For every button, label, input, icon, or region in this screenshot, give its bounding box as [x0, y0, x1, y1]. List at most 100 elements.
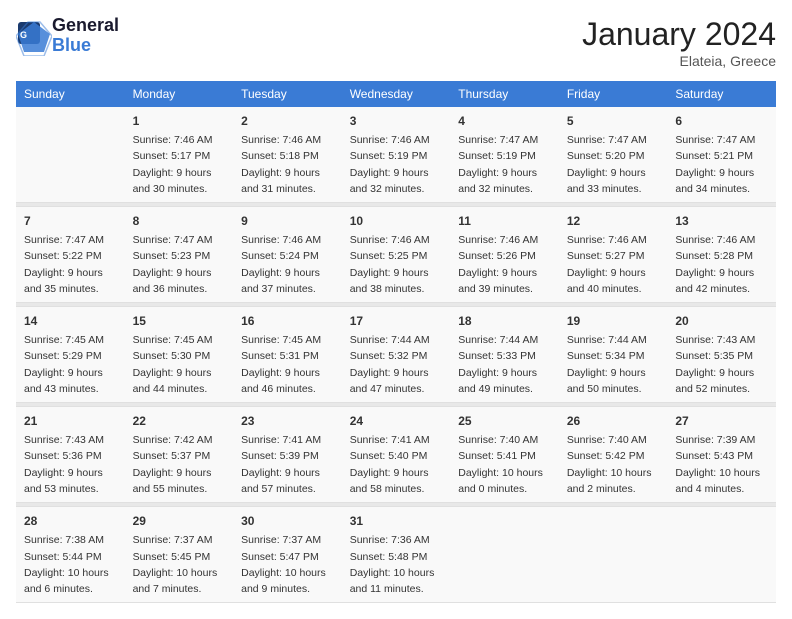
calendar-cell: 3 Sunrise: 7:46 AMSunset: 5:19 PMDaylight…	[342, 107, 451, 203]
calendar-header-row: SundayMondayTuesdayWednesdayThursdayFrid…	[16, 81, 776, 107]
day-info: Sunrise: 7:47 AMSunset: 5:22 PMDaylight:…	[24, 232, 117, 297]
day-number: 31	[350, 512, 443, 530]
calendar-table: SundayMondayTuesdayWednesdayThursdayFrid…	[16, 81, 776, 603]
day-number: 29	[133, 512, 226, 530]
calendar-cell: 17 Sunrise: 7:44 AMSunset: 5:32 PMDayligh…	[342, 307, 451, 403]
calendar-cell: 11 Sunrise: 7:46 AMSunset: 5:26 PMDayligh…	[450, 207, 559, 303]
day-number: 25	[458, 412, 551, 430]
calendar-cell: 7Sunrise: 7:47 AMSunset: 5:22 PMDaylight…	[16, 207, 125, 303]
calendar-cell: 20 Sunrise: 7:43 AMSunset: 5:35 PMDayligh…	[667, 307, 776, 403]
day-info: Sunrise: 7:46 AMSunset: 5:19 PMDaylight:…	[350, 132, 443, 197]
day-info: Sunrise: 7:43 AMSunset: 5:35 PMDaylight:…	[675, 332, 768, 397]
day-number: 3	[350, 112, 443, 130]
day-number: 18	[458, 312, 551, 330]
calendar-week-3: 14 Sunrise: 7:45 AMSunset: 5:29 PMDayligh…	[16, 307, 776, 403]
header-day-tuesday: Tuesday	[233, 81, 342, 107]
calendar-week-1: 1 Sunrise: 7:46 AMSunset: 5:17 PMDaylight…	[16, 107, 776, 203]
day-number: 13	[675, 212, 768, 230]
day-info: Sunrise: 7:41 AMSunset: 5:39 PMDaylight:…	[241, 432, 334, 497]
day-info: Sunrise: 7:46 AMSunset: 5:25 PMDaylight:…	[350, 232, 443, 297]
day-number: 23	[241, 412, 334, 430]
day-info: Sunrise: 7:40 AMSunset: 5:42 PMDaylight:…	[567, 432, 660, 497]
day-info: Sunrise: 7:44 AMSunset: 5:32 PMDaylight:…	[350, 332, 443, 397]
day-number: 15	[133, 312, 226, 330]
calendar-cell: 1 Sunrise: 7:46 AMSunset: 5:17 PMDaylight…	[125, 107, 234, 203]
header-day-monday: Monday	[125, 81, 234, 107]
page-header: G GeneralBlue January 2024 Elateia, Gree…	[16, 16, 776, 69]
day-number: 27	[675, 412, 768, 430]
day-number: 1	[133, 112, 226, 130]
calendar-cell	[667, 507, 776, 603]
day-info: Sunrise: 7:37 AMSunset: 5:45 PMDaylight:…	[133, 532, 226, 597]
calendar-cell: 14 Sunrise: 7:45 AMSunset: 5:29 PMDayligh…	[16, 307, 125, 403]
day-info: Sunrise: 7:42 AMSunset: 5:37 PMDaylight:…	[133, 432, 226, 497]
day-info: Sunrise: 7:47 AMSunset: 5:20 PMDaylight:…	[567, 132, 660, 197]
calendar-cell: 16 Sunrise: 7:45 AMSunset: 5:31 PMDayligh…	[233, 307, 342, 403]
calendar-cell: 30Sunrise: 7:37 AMSunset: 5:47 PMDayligh…	[233, 507, 342, 603]
day-number: 24	[350, 412, 443, 430]
logo-text: GeneralBlue	[52, 16, 119, 56]
day-number: 11	[458, 212, 551, 230]
calendar-week-4: 21 Sunrise: 7:43 AMSunset: 5:36 PMDayligh…	[16, 407, 776, 503]
day-info: Sunrise: 7:41 AMSunset: 5:40 PMDaylight:…	[350, 432, 443, 497]
calendar-cell: 5 Sunrise: 7:47 AMSunset: 5:20 PMDaylight…	[559, 107, 668, 203]
day-info: Sunrise: 7:46 AMSunset: 5:18 PMDaylight:…	[241, 132, 334, 197]
calendar-cell: 6Sunrise: 7:47 AMSunset: 5:21 PMDaylight…	[667, 107, 776, 203]
day-info: Sunrise: 7:45 AMSunset: 5:30 PMDaylight:…	[133, 332, 226, 397]
calendar-cell: 27 Sunrise: 7:39 AMSunset: 5:43 PMDayligh…	[667, 407, 776, 503]
calendar-cell: 4Sunrise: 7:47 AMSunset: 5:19 PMDaylight…	[450, 107, 559, 203]
header-day-thursday: Thursday	[450, 81, 559, 107]
day-number: 26	[567, 412, 660, 430]
day-number: 20	[675, 312, 768, 330]
calendar-cell: 23 Sunrise: 7:41 AMSunset: 5:39 PMDayligh…	[233, 407, 342, 503]
month-title: January 2024	[582, 16, 776, 53]
logo: G GeneralBlue	[16, 16, 119, 56]
day-info: Sunrise: 7:40 AMSunset: 5:41 PMDaylight:…	[458, 432, 551, 497]
location-title: Elateia, Greece	[582, 53, 776, 69]
calendar-cell: 13 Sunrise: 7:46 AMSunset: 5:28 PMDayligh…	[667, 207, 776, 303]
day-number: 8	[133, 212, 226, 230]
calendar-cell: 24 Sunrise: 7:41 AMSunset: 5:40 PMDayligh…	[342, 407, 451, 503]
day-number: 22	[133, 412, 226, 430]
calendar-cell: 15 Sunrise: 7:45 AMSunset: 5:30 PMDayligh…	[125, 307, 234, 403]
calendar-cell: 10 Sunrise: 7:46 AMSunset: 5:25 PMDayligh…	[342, 207, 451, 303]
header-day-friday: Friday	[559, 81, 668, 107]
day-info: Sunrise: 7:43 AMSunset: 5:36 PMDaylight:…	[24, 432, 117, 497]
day-number: 12	[567, 212, 660, 230]
calendar-cell: 2Sunrise: 7:46 AMSunset: 5:18 PMDaylight…	[233, 107, 342, 203]
day-info: Sunrise: 7:39 AMSunset: 5:43 PMDaylight:…	[675, 432, 768, 497]
header-day-wednesday: Wednesday	[342, 81, 451, 107]
day-number: 9	[241, 212, 334, 230]
day-info: Sunrise: 7:36 AMSunset: 5:48 PMDaylight:…	[350, 532, 443, 597]
day-info: Sunrise: 7:46 AMSunset: 5:17 PMDaylight:…	[133, 132, 226, 197]
logo-icon: G	[16, 20, 48, 52]
calendar-cell: 22 Sunrise: 7:42 AMSunset: 5:37 PMDayligh…	[125, 407, 234, 503]
day-number: 28	[24, 512, 117, 530]
calendar-cell: 25 Sunrise: 7:40 AMSunset: 5:41 PMDayligh…	[450, 407, 559, 503]
day-info: Sunrise: 7:45 AMSunset: 5:31 PMDaylight:…	[241, 332, 334, 397]
day-info: Sunrise: 7:38 AMSunset: 5:44 PMDaylight:…	[24, 532, 117, 597]
day-number: 17	[350, 312, 443, 330]
calendar-cell: 19Sunrise: 7:44 AMSunset: 5:34 PMDayligh…	[559, 307, 668, 403]
day-number: 21	[24, 412, 117, 430]
day-number: 16	[241, 312, 334, 330]
calendar-week-2: 7Sunrise: 7:47 AMSunset: 5:22 PMDaylight…	[16, 207, 776, 303]
day-info: Sunrise: 7:46 AMSunset: 5:26 PMDaylight:…	[458, 232, 551, 297]
calendar-week-5: 28 Sunrise: 7:38 AMSunset: 5:44 PMDayligh…	[16, 507, 776, 603]
day-info: Sunrise: 7:44 AMSunset: 5:33 PMDaylight:…	[458, 332, 551, 397]
day-number: 10	[350, 212, 443, 230]
day-info: Sunrise: 7:46 AMSunset: 5:27 PMDaylight:…	[567, 232, 660, 297]
svg-text:G: G	[20, 30, 27, 40]
day-number: 14	[24, 312, 117, 330]
calendar-cell: 29 Sunrise: 7:37 AMSunset: 5:45 PMDayligh…	[125, 507, 234, 603]
day-info: Sunrise: 7:46 AMSunset: 5:28 PMDaylight:…	[675, 232, 768, 297]
day-info: Sunrise: 7:45 AMSunset: 5:29 PMDaylight:…	[24, 332, 117, 397]
day-number: 6	[675, 112, 768, 130]
day-number: 5	[567, 112, 660, 130]
calendar-cell: 26 Sunrise: 7:40 AMSunset: 5:42 PMDayligh…	[559, 407, 668, 503]
calendar-cell: 12 Sunrise: 7:46 AMSunset: 5:27 PMDayligh…	[559, 207, 668, 303]
header-day-sunday: Sunday	[16, 81, 125, 107]
day-number: 4	[458, 112, 551, 130]
calendar-cell: 9Sunrise: 7:46 AMSunset: 5:24 PMDaylight…	[233, 207, 342, 303]
day-number: 30	[241, 512, 334, 530]
